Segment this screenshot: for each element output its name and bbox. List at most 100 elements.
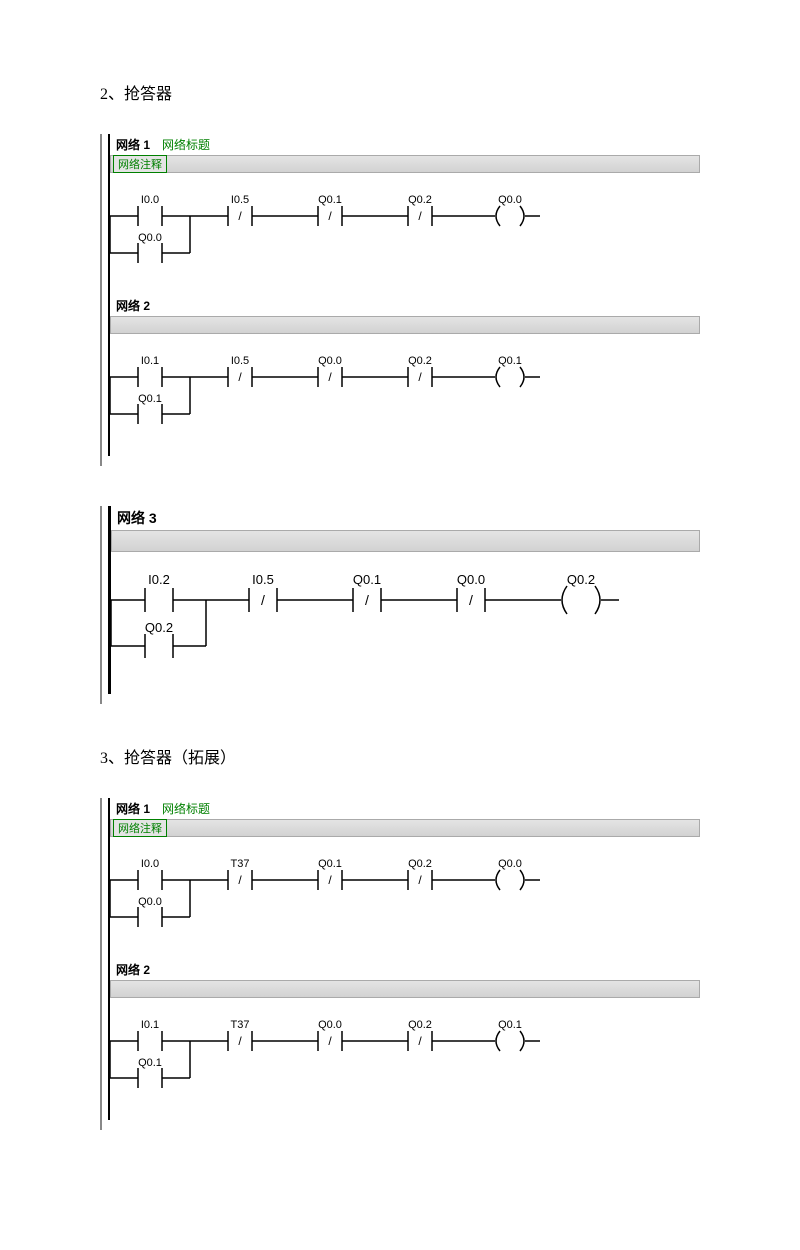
svg-text:I0.5: I0.5 bbox=[252, 572, 274, 587]
comment-bar: 网络注释 bbox=[110, 155, 700, 173]
network-label: 网络 1 bbox=[110, 798, 156, 819]
network-2: 网络 2 I0.1 I0.5 bbox=[110, 295, 700, 456]
comment-bar bbox=[111, 530, 700, 552]
coil: Q0.0 bbox=[480, 858, 540, 890]
network-label: 网络 3 bbox=[111, 506, 163, 530]
svg-text:Q0.0: Q0.0 bbox=[498, 194, 522, 206]
network-label: 网络 2 bbox=[110, 295, 156, 316]
contact-nc: Q0.2 / bbox=[390, 858, 480, 890]
svg-text:Q0.1: Q0.1 bbox=[318, 194, 342, 206]
svg-text:Q0.2: Q0.2 bbox=[408, 194, 432, 206]
section-title-3: 3、抢答器（拓展） bbox=[100, 744, 700, 768]
svg-text:Q0.1: Q0.1 bbox=[138, 1057, 162, 1069]
contact-nc: I0.5 / bbox=[210, 194, 300, 226]
contact-nc: Q0.1 / bbox=[300, 194, 390, 226]
section-title-2: 2、抢答器 bbox=[100, 80, 700, 104]
branch-contact: Q0.0 bbox=[110, 880, 190, 927]
editor-block-3: 网络 1 网络标题 网络注释 I0.0 T37 bbox=[100, 798, 700, 1130]
comment-bar bbox=[110, 980, 700, 998]
network-comment: 网络注释 bbox=[113, 819, 167, 837]
svg-text:/: / bbox=[328, 873, 332, 887]
comment-bar: 网络注释 bbox=[110, 819, 700, 837]
svg-text:Q0.0: Q0.0 bbox=[318, 355, 342, 367]
svg-text:/: / bbox=[328, 209, 332, 223]
branch-contact: Q0.0 bbox=[110, 216, 190, 263]
svg-text:Q0.2: Q0.2 bbox=[408, 355, 432, 367]
svg-text:Q0.2: Q0.2 bbox=[408, 858, 432, 870]
svg-text:/: / bbox=[418, 873, 422, 887]
contact-nc: T37 / bbox=[210, 858, 300, 890]
network-label: 网络 1 bbox=[110, 134, 156, 155]
svg-text:Q0.0: Q0.0 bbox=[457, 572, 485, 587]
contact-nc: Q0.2 / bbox=[390, 194, 480, 226]
contact-nc: Q0.1 / bbox=[333, 572, 437, 612]
network-label: 网络 2 bbox=[110, 959, 156, 980]
svg-text:Q0.2: Q0.2 bbox=[145, 620, 173, 635]
svg-text:T37: T37 bbox=[231, 1019, 250, 1031]
svg-text:Q0.1: Q0.1 bbox=[498, 1019, 522, 1031]
rung-2b: I0.1 T37 / Q0.0 bbox=[110, 1016, 630, 1096]
branch-contact: Q0.1 bbox=[110, 1041, 190, 1088]
svg-text:I0.2: I0.2 bbox=[148, 572, 170, 587]
svg-text:/: / bbox=[418, 209, 422, 223]
contact-nc: Q0.1 / bbox=[300, 858, 390, 890]
contact-nc: I0.5 / bbox=[229, 572, 333, 612]
svg-text:I0.5: I0.5 bbox=[231, 194, 249, 206]
svg-text:/: / bbox=[238, 370, 242, 384]
contact-nc: Q0.2 / bbox=[390, 1019, 480, 1051]
contact-nc: Q0.0 / bbox=[300, 355, 390, 387]
coil: Q0.2 bbox=[541, 572, 619, 614]
network-comment: 网络注释 bbox=[113, 155, 167, 173]
svg-text:/: / bbox=[469, 592, 473, 608]
rung-3: I0.2 I0.5 / Q0.1 bbox=[111, 570, 691, 670]
contact-no: I0.0 bbox=[110, 194, 210, 226]
contact-no: I0.1 bbox=[110, 1019, 210, 1051]
svg-text:Q0.2: Q0.2 bbox=[567, 572, 595, 587]
contact-nc: Q0.0 / bbox=[437, 572, 541, 612]
svg-text:Q0.0: Q0.0 bbox=[138, 232, 162, 244]
network-3: 网络 3 I0.2 I0.5 bbox=[111, 506, 700, 694]
svg-text:/: / bbox=[238, 873, 242, 887]
svg-text:Q0.0: Q0.0 bbox=[498, 858, 522, 870]
coil: Q0.1 bbox=[480, 355, 540, 387]
svg-text:Q0.1: Q0.1 bbox=[138, 393, 162, 405]
contact-no: I0.0 bbox=[110, 858, 210, 890]
comment-bar bbox=[110, 316, 700, 334]
svg-text:/: / bbox=[365, 592, 369, 608]
svg-text:I0.0: I0.0 bbox=[141, 194, 159, 206]
svg-text:/: / bbox=[328, 370, 332, 384]
svg-text:Q0.0: Q0.0 bbox=[138, 896, 162, 908]
svg-text:/: / bbox=[238, 209, 242, 223]
editor-block-2: 网络 3 I0.2 I0.5 bbox=[100, 506, 700, 704]
svg-text:Q0.1: Q0.1 bbox=[353, 572, 381, 587]
branch-contact: Q0.2 bbox=[111, 600, 206, 658]
contact-no: I0.2 bbox=[111, 572, 229, 612]
coil: Q0.1 bbox=[480, 1019, 540, 1051]
network-title: 网络标题 bbox=[156, 134, 216, 155]
coil: Q0.0 bbox=[480, 194, 540, 226]
svg-text:/: / bbox=[328, 1034, 332, 1048]
network-title: 网络标题 bbox=[156, 798, 216, 819]
svg-text:Q0.2: Q0.2 bbox=[408, 1019, 432, 1031]
rung-1: I0.0 I0.5 / Q0.1 bbox=[110, 191, 630, 271]
contact-no: I0.1 bbox=[110, 355, 210, 387]
svg-text:I0.1: I0.1 bbox=[141, 355, 159, 367]
network-1: 网络 1 网络标题 网络注释 I0.0 I0.5 bbox=[110, 134, 700, 295]
rung-2: I0.1 I0.5 / Q0.0 bbox=[110, 352, 630, 432]
editor-block-1: 网络 1 网络标题 网络注释 I0.0 I0.5 bbox=[100, 134, 700, 466]
svg-text:I0.1: I0.1 bbox=[141, 1019, 159, 1031]
rung-1b: I0.0 T37 / Q0.1 bbox=[110, 855, 630, 935]
contact-nc: I0.5 / bbox=[210, 355, 300, 387]
contact-nc: Q0.2 / bbox=[390, 355, 480, 387]
contact-nc: Q0.0 / bbox=[300, 1019, 390, 1051]
svg-text:Q0.0: Q0.0 bbox=[318, 1019, 342, 1031]
svg-text:I0.0: I0.0 bbox=[141, 858, 159, 870]
network-2b: 网络 2 I0.1 T37 bbox=[110, 959, 700, 1120]
svg-text:Q0.1: Q0.1 bbox=[318, 858, 342, 870]
contact-nc: T37 / bbox=[210, 1019, 300, 1051]
svg-text:Q0.1: Q0.1 bbox=[498, 355, 522, 367]
svg-text:I0.5: I0.5 bbox=[231, 355, 249, 367]
network-1b: 网络 1 网络标题 网络注释 I0.0 T37 bbox=[110, 798, 700, 959]
svg-text:T37: T37 bbox=[231, 858, 250, 870]
svg-text:/: / bbox=[418, 1034, 422, 1048]
